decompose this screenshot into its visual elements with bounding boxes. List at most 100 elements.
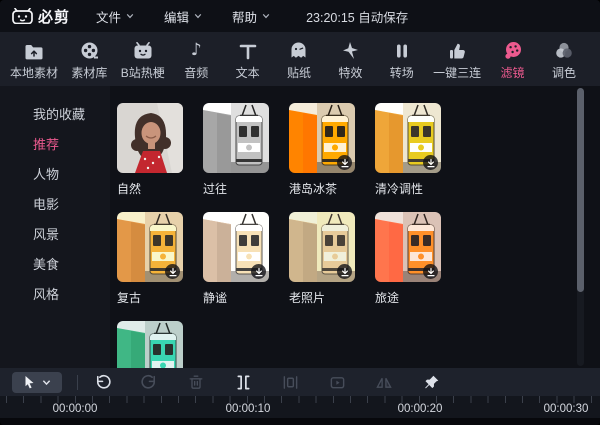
filter-thumbnail[interactable] [289, 212, 355, 282]
filter-thumbnail[interactable] [289, 103, 355, 173]
sidebar-item-food[interactable]: 美食 [0, 250, 110, 280]
filter-item[interactable]: 复古 [117, 212, 203, 305]
scrollbar-thumb[interactable] [577, 88, 584, 292]
timeline-ruler[interactable]: 00:00:00 00:00:10 00:00:20 00:00:30 [0, 396, 600, 418]
magic-star-icon [341, 38, 360, 60]
tab-label: 调色 [551, 65, 576, 80]
filter-category-sidebar: 我的收藏 推荐 人物 电影 风景 美食 风格 [0, 86, 110, 368]
freeze-frame-button[interactable] [281, 373, 299, 391]
filter-thumbnail[interactable] [375, 212, 441, 282]
record-icon [330, 376, 344, 388]
pin-icon [424, 375, 438, 388]
tab-label: 本地素材 [10, 65, 59, 80]
split-button[interactable] [234, 373, 252, 391]
tab-label: 滤镜 [500, 65, 525, 80]
undo-icon [96, 374, 111, 389]
download-icon[interactable] [251, 264, 266, 279]
timecode-label: 00:00:10 [225, 403, 271, 415]
mirror-button[interactable] [375, 373, 393, 391]
menu-edit[interactable]: 编辑 [164, 7, 202, 26]
tab-triple-like[interactable]: 一键三连 [433, 38, 481, 81]
filter-thumbnail[interactable] [203, 103, 269, 173]
tab-label: 音频 [184, 65, 209, 80]
filter-label: 旅途 [375, 291, 400, 305]
freeze-frame-icon [283, 375, 297, 389]
tab-text[interactable]: 文本 [228, 38, 268, 81]
filter-item[interactable]: 老照片 [289, 212, 375, 305]
filter-item[interactable]: 静谧 [203, 212, 289, 305]
music-note-icon: ♪ [190, 39, 202, 60]
filter-grid-panel: 自然 过往 港岛冰茶 清冷调性 复古 静谧 老照片 旅途 [110, 86, 600, 368]
sticker-ghost-icon [289, 38, 308, 60]
transition-icon [394, 38, 410, 60]
chevron-down-icon [126, 13, 134, 19]
chevron-down-icon [194, 13, 202, 19]
download-icon[interactable] [423, 155, 438, 170]
sidebar-item-favorites[interactable]: 我的收藏 [0, 100, 110, 130]
filter-label: 港岛冰茶 [289, 182, 338, 196]
redo-button[interactable] [140, 373, 158, 391]
redo-icon [140, 374, 155, 389]
undo-button[interactable] [93, 373, 111, 391]
sidebar-item-movie[interactable]: 电影 [0, 190, 110, 220]
tab-material-library[interactable]: 素材库 [69, 38, 109, 81]
edit-toolbar [0, 368, 600, 396]
tab-color-grading[interactable]: 调色 [544, 38, 584, 81]
palette-icon [503, 38, 523, 60]
download-icon[interactable] [337, 155, 352, 170]
sidebar-item-recommended[interactable]: 推荐 [0, 130, 110, 160]
tab-audio[interactable]: ♪ 音频 [176, 38, 216, 81]
menu-file[interactable]: 文件 [96, 7, 134, 26]
sidebar-item-style[interactable]: 风格 [0, 280, 110, 310]
download-icon[interactable] [423, 264, 438, 279]
tab-label: 转场 [389, 65, 414, 80]
filter-thumbnail[interactable] [117, 321, 183, 368]
tab-bilibili-memes[interactable]: B站热梗 [121, 38, 165, 81]
tab-filters[interactable]: 滤镜 [493, 38, 533, 81]
bottom-strip [0, 418, 600, 425]
menu-help[interactable]: 帮助 [232, 7, 270, 26]
text-icon [239, 38, 257, 60]
tab-label: 特效 [338, 65, 363, 80]
pin-button[interactable] [422, 373, 440, 391]
tab-label: 贴纸 [286, 65, 311, 80]
tab-transitions[interactable]: 转场 [382, 38, 422, 81]
filter-item[interactable]: 过往 [203, 103, 289, 196]
tab-label: 素材库 [71, 65, 108, 80]
filter-item[interactable] [117, 321, 203, 368]
sidebar-item-scenery[interactable]: 风景 [0, 220, 110, 250]
filter-item[interactable]: 自然 [117, 103, 203, 196]
sidebar-item-people[interactable]: 人物 [0, 160, 110, 190]
filter-thumbnail[interactable] [117, 212, 183, 282]
download-icon[interactable] [165, 264, 180, 279]
tab-label: B站热梗 [120, 65, 165, 80]
timecode-label: 00:00:00 [52, 403, 98, 415]
tab-effects[interactable]: 特效 [330, 38, 370, 81]
film-reel-icon [80, 38, 99, 60]
menu-bar: 必剪 文件 编辑 帮助 23:20:15 自动保存 [0, 0, 600, 32]
record-button[interactable] [328, 373, 346, 391]
autosave-status: 23:20:15 自动保存 [306, 10, 409, 25]
timeline-ticks [0, 396, 600, 403]
bijian-app-window: 必剪 文件 编辑 帮助 23:20:15 自动保存 本地素材 素材库 B站热梗 … [0, 0, 600, 425]
tab-label: 一键三连 [433, 65, 482, 80]
filter-item[interactable]: 清冷调性 [375, 103, 461, 196]
download-icon[interactable] [337, 264, 352, 279]
tv-icon [133, 38, 153, 60]
filter-thumbnail[interactable] [117, 103, 183, 173]
filter-label: 静谧 [203, 291, 228, 305]
filter-item[interactable]: 旅途 [375, 212, 461, 305]
filter-thumbnail[interactable] [203, 212, 269, 282]
filter-label: 老照片 [289, 291, 326, 305]
filter-thumbnail[interactable] [375, 103, 441, 173]
app-logo: 必剪 [12, 6, 70, 27]
color-circles-icon [554, 38, 574, 60]
bijian-tv-logo-icon [12, 8, 33, 24]
tab-local-media[interactable]: 本地素材 [10, 38, 58, 81]
filter-item[interactable]: 港岛冰茶 [289, 103, 375, 196]
select-tool-button[interactable] [12, 371, 62, 393]
tab-stickers[interactable]: 贴纸 [279, 38, 319, 81]
delete-button[interactable] [187, 373, 205, 391]
split-icon [236, 375, 250, 389]
vertical-scrollbar[interactable] [577, 88, 584, 366]
